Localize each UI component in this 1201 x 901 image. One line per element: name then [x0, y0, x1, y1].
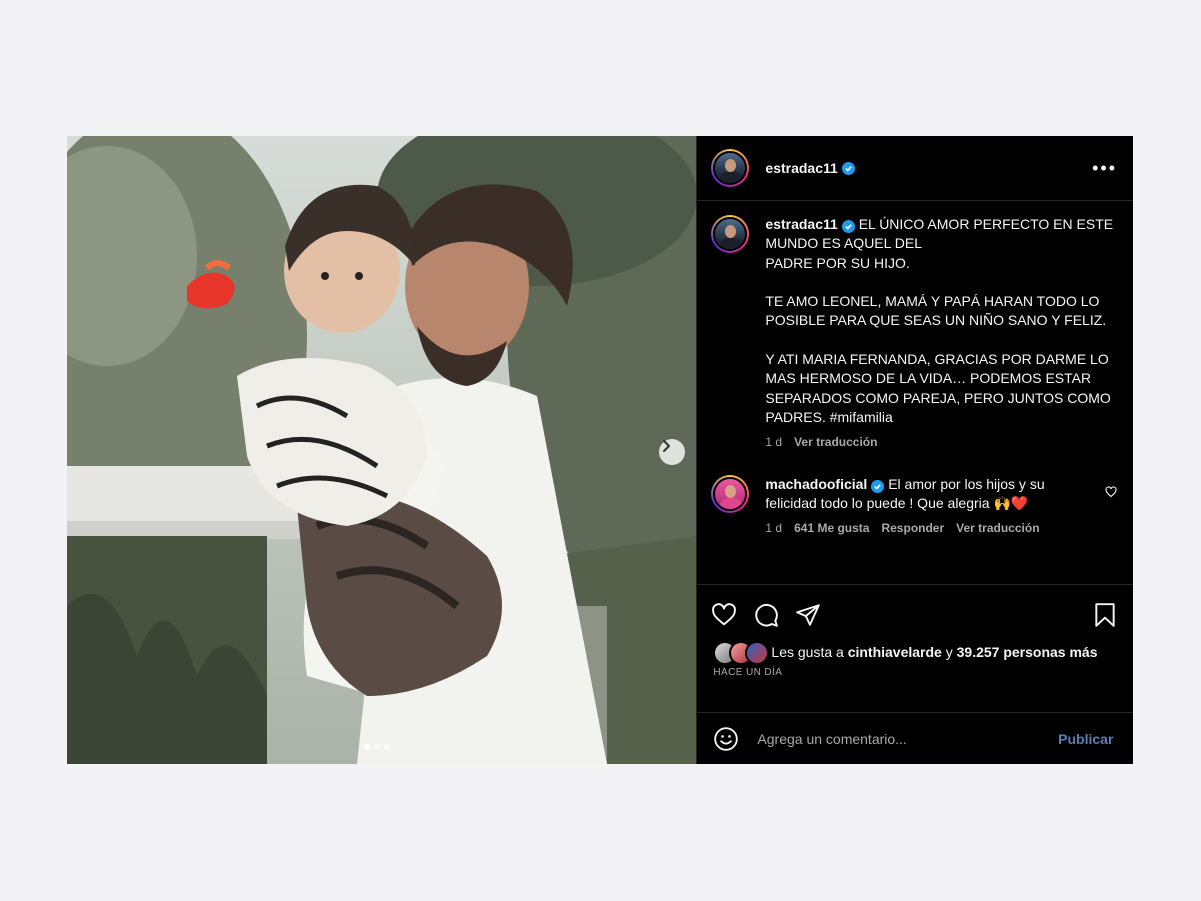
verified-icon [841, 161, 855, 175]
carousel-dot[interactable] [374, 744, 380, 750]
likes-text: Les gusta a cinthiavelarde y 39.257 pers… [771, 643, 1097, 662]
carousel-next-button[interactable] [659, 439, 685, 465]
likes-summary: Les gusta a cinthiavelarde y 39.257 pers… [697, 629, 1133, 665]
post-photo[interactable] [67, 136, 697, 764]
caption: estradac11 EL ÚNICO AMOR PERFECTO EN EST… [711, 215, 1117, 453]
bookmark-icon[interactable] [1093, 602, 1117, 628]
likes-prefix: Les gusta a [771, 644, 844, 660]
instagram-post: estradac11 ••• estradac11 EL ÚNICO AMOR … [67, 136, 1134, 764]
liker-avatars[interactable] [713, 641, 770, 665]
caption-avatar[interactable] [711, 215, 750, 253]
heart-icon[interactable] [711, 602, 737, 628]
avatar-image [713, 217, 748, 251]
comment: machadooficial El amor por los hijos y s… [711, 474, 1117, 539]
comment-composer: Publicar [697, 712, 1134, 764]
chevron-right-icon [663, 440, 670, 452]
comment-reply-link[interactable]: Responder [881, 519, 944, 538]
avatar-image [713, 151, 748, 185]
caption-meta: 1 d Ver traducción [765, 433, 1117, 452]
avatar-image [713, 476, 748, 511]
comment-like-icon[interactable] [1105, 485, 1117, 503]
verified-icon [871, 479, 885, 493]
post-side-panel: estradac11 ••• estradac11 EL ÚNICO AMOR … [696, 136, 1134, 764]
comment-input[interactable] [755, 729, 1059, 748]
liker-avatar [745, 641, 770, 665]
verified-icon [841, 220, 855, 233]
author-avatar[interactable] [711, 149, 750, 187]
author-username[interactable]: estradac11 [765, 160, 837, 176]
comment-body: machadooficial El amor por los hijos y s… [765, 475, 1093, 539]
more-icon[interactable]: ••• [1092, 159, 1117, 177]
comment-username[interactable]: machadooficial [765, 476, 867, 492]
carousel-dot[interactable] [364, 744, 370, 750]
post-timestamp[interactable]: HACE UN DÍA [697, 663, 1133, 678]
comment-avatar[interactable] [711, 474, 750, 513]
carousel-dots [364, 744, 390, 750]
comment-translate-link[interactable]: Ver traducción [956, 519, 1039, 538]
post-actions: Les gusta a cinthiavelarde y 39.257 pers… [697, 584, 1134, 678]
comment-likes[interactable]: 641 Me gusta [794, 519, 869, 538]
caption-age[interactable]: 1 d [765, 433, 782, 452]
share-icon[interactable] [795, 602, 821, 628]
caption-translate-link[interactable]: Ver traducción [794, 433, 877, 452]
comment-age[interactable]: 1 d [765, 519, 782, 538]
publish-button[interactable]: Publicar [1058, 731, 1113, 747]
likes-joiner: y [945, 644, 953, 660]
likes-others[interactable]: 39.257 personas más [957, 644, 1098, 660]
caption-body: estradac11 EL ÚNICO AMOR PERFECTO EN EST… [765, 215, 1117, 453]
carousel-dot[interactable] [384, 744, 390, 750]
caption-username[interactable]: estradac11 [765, 216, 837, 232]
action-icons [697, 585, 1133, 629]
comment-meta: 1 d 641 Me gusta Responder Ver traducció… [765, 519, 1093, 538]
emoji-icon[interactable] [713, 726, 739, 752]
likes-user[interactable]: cinthiavelarde [848, 644, 942, 660]
photo-illustration [67, 136, 697, 764]
comment-icon[interactable] [753, 602, 779, 628]
comments-list: estradac11 EL ÚNICO AMOR PERFECTO EN EST… [697, 201, 1133, 538]
caption-text: EL ÚNICO AMOR PERFECTO EN ESTE MUNDO ES … [765, 216, 1114, 425]
post-header: estradac11 ••• [697, 136, 1133, 201]
